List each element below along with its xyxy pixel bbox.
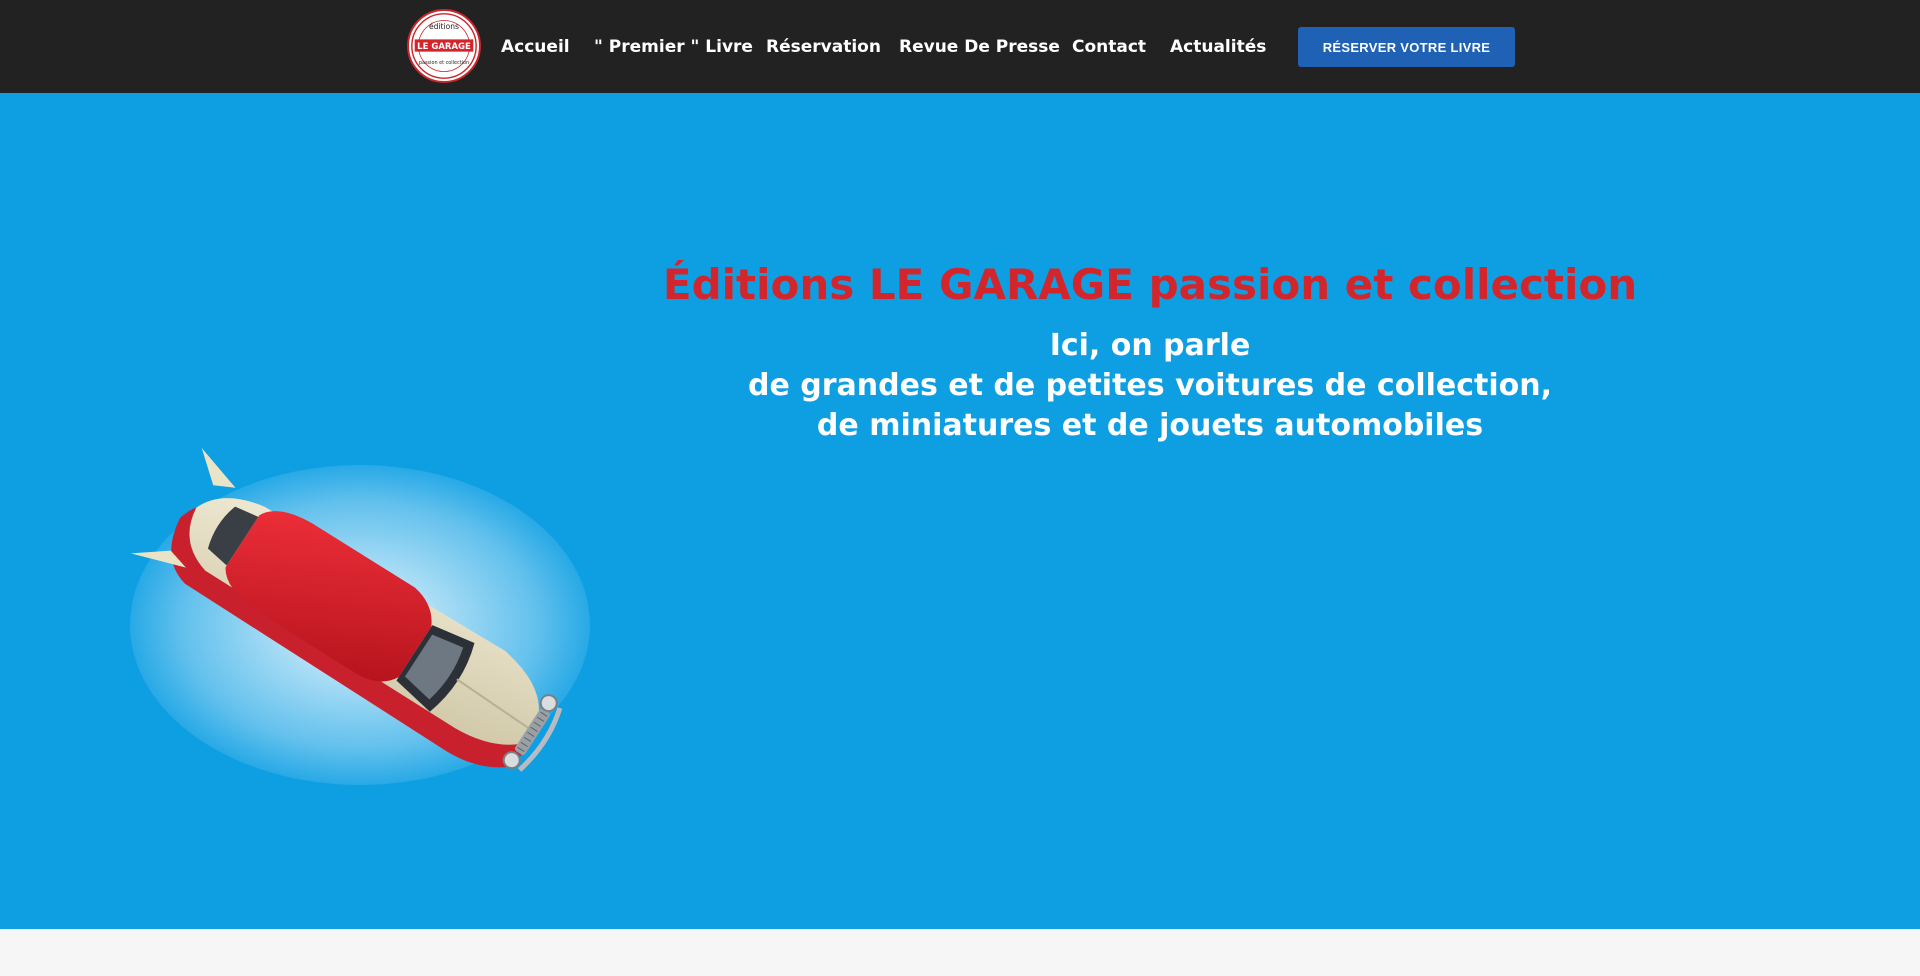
- reserve-book-button[interactable]: RÉSERVER VOTRE LIVRE: [1298, 27, 1515, 67]
- nav-contact[interactable]: Contact: [1072, 36, 1146, 58]
- hero-title: Éditions LE GARAGE passion et collection: [662, 260, 1638, 309]
- nav-premier-livre[interactable]: " Premier " Livre: [594, 36, 753, 58]
- nav-reservation[interactable]: Réservation: [766, 36, 881, 58]
- nav-revue-de-presse[interactable]: Revue De Presse: [899, 36, 1060, 58]
- page-bottom-strip: [0, 929, 1920, 976]
- top-navbar: éditions LE GARAGE passion et collection…: [0, 0, 1920, 93]
- logo-emblem: éditions LE GARAGE passion et collection: [411, 13, 477, 79]
- toy-car-image: [130, 447, 590, 785]
- nav-accueil[interactable]: Accueil: [501, 36, 570, 58]
- logo-top-text: éditions: [429, 22, 459, 31]
- hero-subtitle-line-1: Ici, on parle: [1049, 328, 1251, 363]
- hero-subtitle-line-3: de miniatures et de jouets automobiles: [816, 408, 1484, 443]
- logo-main-text: LE GARAGE: [417, 42, 471, 52]
- site-logo[interactable]: éditions LE GARAGE passion et collection: [407, 9, 481, 83]
- hero-subtitle-line-2: de grandes et de petites voitures de col…: [747, 368, 1553, 403]
- nav-actualites[interactable]: Actualités: [1170, 36, 1266, 58]
- logo-bottom-text: passion et collection: [419, 60, 469, 66]
